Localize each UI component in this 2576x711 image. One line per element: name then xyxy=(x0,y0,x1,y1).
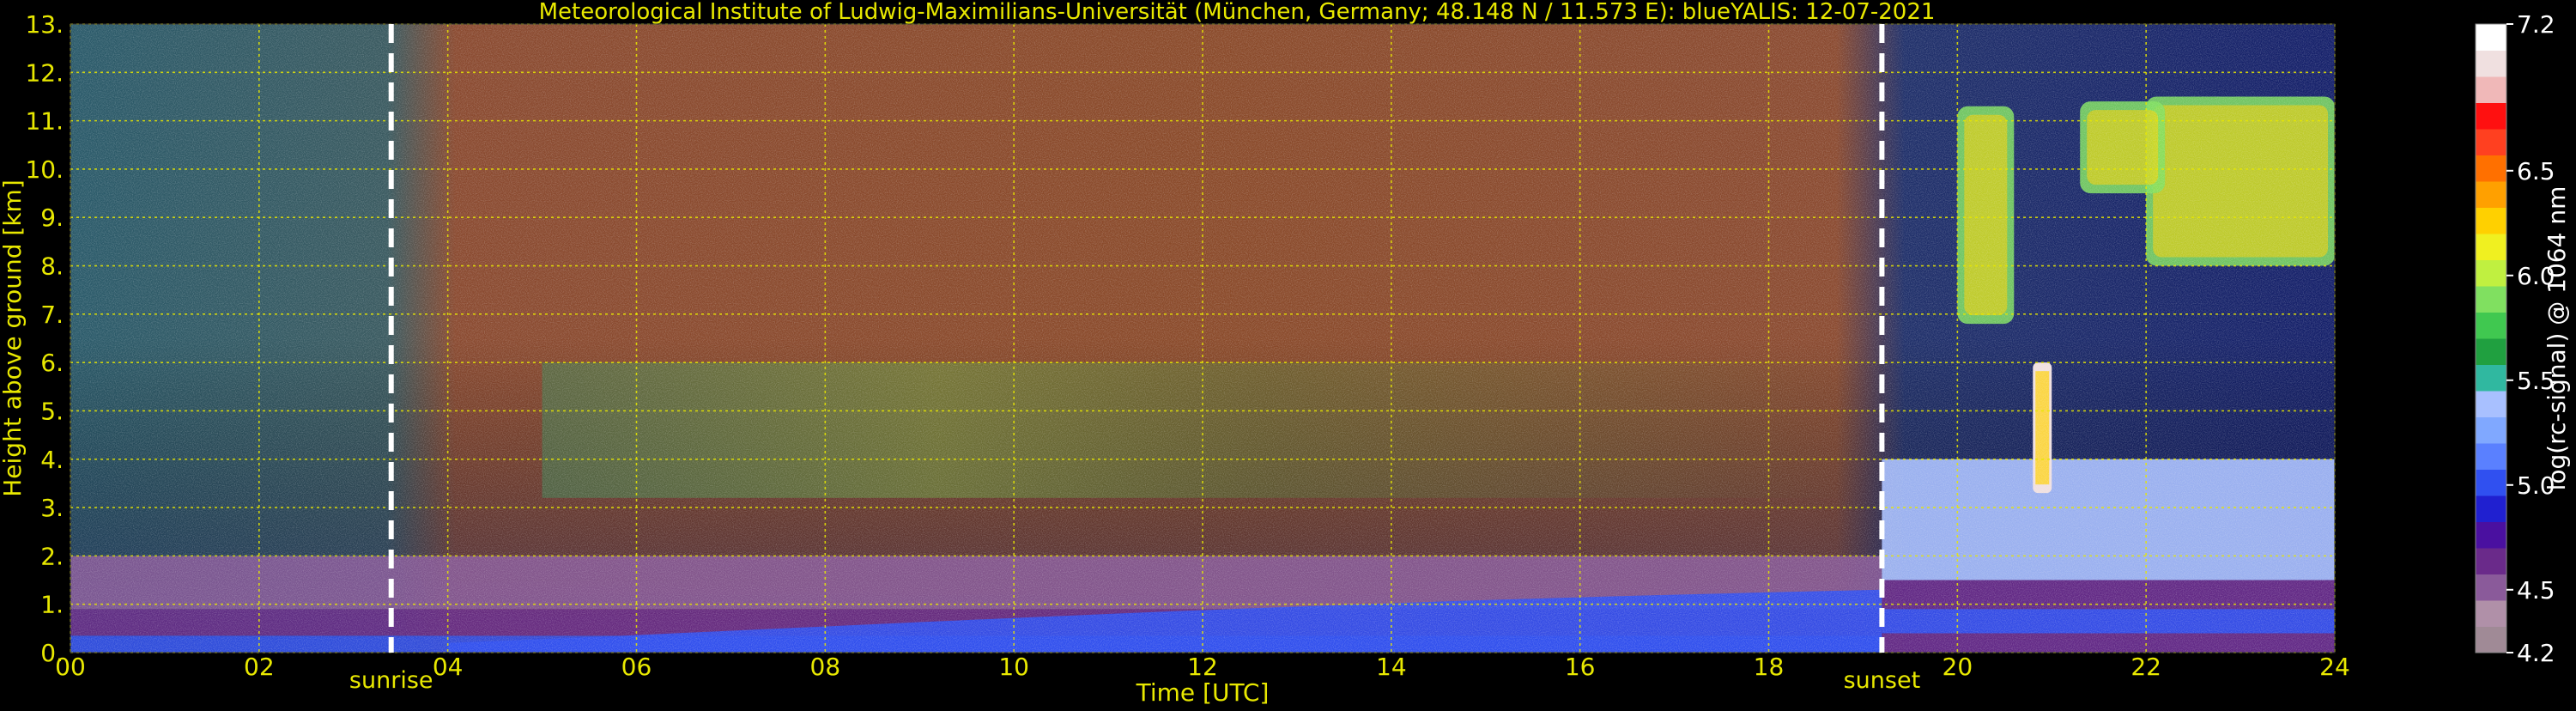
colorbar-segment-17 xyxy=(2476,181,2506,208)
y-tick-label-5: 5. xyxy=(40,397,64,425)
y-tick-label-10: 10. xyxy=(25,155,64,184)
x-tick-label-4: 08 xyxy=(810,653,841,681)
colorbar-segment-3 xyxy=(2476,548,2506,574)
colorbar-segment-22 xyxy=(2476,50,2506,77)
colorbar-tick-label-0: 4.2 xyxy=(2517,639,2555,667)
x-tick-label-10: 20 xyxy=(1943,653,1973,681)
colorbar-tick-label-1: 4.5 xyxy=(2517,576,2555,605)
colorbar-segment-12 xyxy=(2476,312,2506,339)
colorbar-segment-0 xyxy=(2476,626,2506,653)
x-tick-label-12: 24 xyxy=(2319,653,2350,681)
colorbar-segment-23 xyxy=(2476,24,2506,51)
x-tick-label-5: 10 xyxy=(998,653,1029,681)
colorbar-segment-14 xyxy=(2476,259,2506,287)
y-tick-label-3: 3. xyxy=(40,494,64,522)
colorbar-label: log(rc-signal) @ 1064 nm xyxy=(2543,186,2571,491)
y-tick-label-2: 2. xyxy=(40,542,64,570)
x-tick-label-8: 16 xyxy=(1565,653,1596,681)
colorbar-tick-label-5: 6.5 xyxy=(2517,157,2555,185)
y-tick-label-13: 13. xyxy=(25,10,64,39)
x-tick-label-2: 04 xyxy=(433,653,464,681)
colorbar-segment-19 xyxy=(2476,129,2506,155)
y-axis-label: Height above ground [km] xyxy=(0,179,27,497)
x-tick-label-1: 02 xyxy=(244,653,275,681)
colorbar-segment-18 xyxy=(2476,155,2506,182)
x-tick-label-3: 06 xyxy=(621,653,652,681)
chart-svg: sunrise sunset Meteorological Institute of… xyxy=(0,0,2571,707)
x-tick-label-7: 14 xyxy=(1376,653,1407,681)
colorbar-segment-8 xyxy=(2476,416,2506,444)
colorbar-segment-21 xyxy=(2476,76,2506,103)
colorbar-segment-2 xyxy=(2476,574,2506,601)
colorbar-tick-label-6: 7.2 xyxy=(2517,10,2555,39)
colorbar-segment-7 xyxy=(2476,443,2506,470)
sunset-label: sunset xyxy=(1844,667,1921,694)
colorbar-segment-20 xyxy=(2476,102,2506,130)
y-tick-label-9: 9. xyxy=(40,204,64,232)
y-tick-label-7: 7. xyxy=(40,301,64,329)
colorbar-segment-13 xyxy=(2476,286,2506,313)
x-tick-label-9: 18 xyxy=(1754,653,1785,681)
colorbar-segment-16 xyxy=(2476,207,2506,234)
colorbar-segment-1 xyxy=(2476,600,2506,627)
colorbar-segment-4 xyxy=(2476,521,2506,549)
y-tick-label-0: 0. xyxy=(40,639,64,667)
colorbar-segment-15 xyxy=(2476,234,2506,260)
colorbar-segment-11 xyxy=(2476,338,2506,365)
x-tick-label-6: 12 xyxy=(1187,653,1218,681)
colorbar-segment-5 xyxy=(2476,495,2506,522)
y-tick-label-11: 11. xyxy=(25,107,64,136)
y-tick-label-12: 12. xyxy=(25,58,64,87)
colorbar-segment-9 xyxy=(2476,391,2506,417)
y-tick-label-1: 1. xyxy=(40,591,64,619)
colorbar-segment-10 xyxy=(2476,364,2506,392)
x-tick-label-11: 22 xyxy=(2131,653,2161,681)
chart-title: Meteorological Institute of Ludwig-Maxim… xyxy=(539,0,1936,25)
y-tick-label-8: 8. xyxy=(40,252,64,281)
y-tick-label-6: 6. xyxy=(40,349,64,377)
x-axis-label: Time [UTC] xyxy=(1136,678,1270,707)
lidar-chart: sunrise sunset Meteorological Institute of… xyxy=(0,0,2576,708)
colorbar-segment-6 xyxy=(2476,469,2506,496)
y-tick-label-4: 4. xyxy=(40,446,64,474)
sunrise-label: sunrise xyxy=(349,667,433,694)
